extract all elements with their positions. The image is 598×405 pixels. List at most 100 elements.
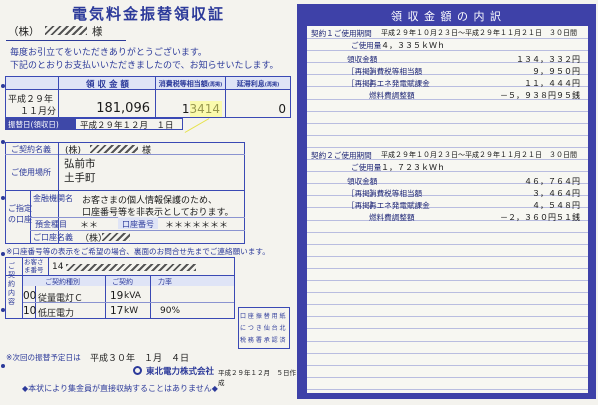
account-number-label: 口座番号 (122, 220, 154, 229)
greeting-line-1: 毎度お引立てをいただきありがとうございます。 (10, 48, 207, 58)
header-interest: 延滞利息(再掲) (226, 79, 290, 89)
receipt-left-page: 電気料金振替領収証 （株） 様 毎度お引立てをいただきありがとうございます。 下… (0, 0, 297, 405)
bottom-note: ◆本状により集金員が直接収納することはありません◆ (22, 384, 218, 393)
contract-row-1-type: 従量電灯Ｃ (38, 294, 84, 304)
usage-place-line-2: 土手町 (64, 172, 96, 184)
contract-row-1-amount: 19 (110, 290, 124, 302)
transfer-date-value: 平成２９年１２月 １日 (80, 121, 174, 131)
addressee-suffix: 様 (92, 26, 103, 38)
customer-number-redacted (66, 264, 196, 271)
c2-fuel-value: －２，３６０円５１銭 (500, 213, 580, 222)
contract-name-redacted (90, 145, 138, 153)
holder-redacted (102, 233, 130, 241)
c2-tax-value: ３，４６４円 (532, 189, 580, 198)
deposit-type-label: 預金種目 (35, 220, 67, 229)
company-name: 東北電力株式会社 (146, 367, 215, 377)
tax-approval-line-2: に つ き 仙 台 北 (240, 325, 286, 332)
c2-period-label: 契約２ご使用期間 (311, 151, 372, 160)
c1-fuel-label: 燃料費調整額 (369, 91, 415, 100)
ruled-line (307, 340, 588, 342)
header-tax-label: 消費税等相当額 (158, 80, 208, 88)
table-vline-1 (58, 76, 59, 118)
contract-row-1-unit: kVA (124, 291, 141, 301)
period-month: １１月分 (20, 107, 57, 117)
contract-header-pf: 力率 (158, 278, 172, 286)
next-date-label: ※次回の振替予定日は (6, 353, 81, 362)
c1-amount-value: １３４，３３２円 (516, 55, 580, 64)
issued-date: 平成２９年１２月 ５日作成 (218, 369, 296, 387)
contract-name-suffix: 様 (142, 146, 152, 156)
contract-vline-c (150, 276, 151, 319)
header-tax-small: (再掲) (207, 82, 223, 88)
contract-vline-b (105, 276, 106, 319)
c2-amount-value: ４６，７６４円 (524, 177, 580, 186)
customer-number-label: お客さま番号 (24, 258, 44, 274)
contract-header-type: ご契約種別 (45, 278, 80, 286)
c2-usage-value: １，７２３ｋＷｈ (381, 163, 445, 172)
c1-renew-label: 再エネ発電賦課金 (369, 79, 430, 88)
c2-usage-label: ご使用量 (351, 163, 382, 172)
ruled-line (307, 122, 588, 124)
contract-header-amount: ご契約 (112, 278, 133, 286)
header-tax: 消費税等相当額(再掲) (156, 79, 225, 89)
ruled-line (307, 328, 588, 330)
receipt-title: 電気料金振替領収証 (71, 5, 225, 23)
ruled-line (307, 280, 588, 281)
ruled-line (307, 304, 588, 306)
breakdown-title: 領 収 金 額 の 内 訳 (391, 10, 502, 23)
ruled-line (307, 231, 588, 233)
ruled-line (307, 255, 588, 257)
ruled-line (307, 110, 588, 112)
c1-period-label: 契約１ご使用期間 (311, 29, 372, 38)
ruled-line (307, 376, 588, 378)
ruled-line (307, 316, 588, 318)
greeting-line-2: 下記のとおりお支払いいただきましたので、お知らせいたします。 (10, 61, 279, 71)
transfer-date-label: 振替日(領収日) (8, 120, 59, 129)
c1-renew-value: １１，４４４円 (524, 79, 580, 88)
account-section-label: ご指定の口座 (8, 204, 32, 224)
ruled-line (307, 364, 588, 366)
c2-period-value: 平成２９年１０月２３日～平成２９年１１月２１日 ３０日間 (381, 151, 577, 159)
binding-dot (1, 140, 5, 144)
tax-highlight (190, 101, 222, 117)
ruled-line (307, 388, 588, 390)
ruled-line (307, 171, 588, 173)
addressee-redacted (45, 26, 87, 35)
binding-dot (1, 196, 5, 200)
breakdown-page: 領 収 金 額 の 内 訳 契約１ご使用期間 平成２９年１０月２３日～平成２９年… (297, 4, 596, 399)
c2-renew-label: 再エネ発電賦課金 (369, 201, 430, 210)
c1-period-value: 平成２９年１０月２３日～平成２９年１１月２１日 ３０日間 (381, 29, 577, 37)
c1-usage-value: ４，３３５ｋＷｈ (381, 41, 445, 50)
ruled-line (307, 352, 588, 354)
contract-hline-2 (5, 190, 245, 191)
highlight-marker (184, 118, 210, 133)
c1-usage-label: ご使用量 (351, 41, 382, 50)
contract-row-1-no: 00 (23, 290, 37, 302)
ruled-line (307, 146, 588, 148)
c2-fuel-label: 燃料費調整額 (369, 213, 415, 222)
usage-place-line-1: 弘前市 (64, 158, 96, 170)
bank-label: 金融機関名 (33, 194, 73, 203)
c2-renew-value: ４，５４８円 (532, 201, 580, 210)
addressee-prefix: （株） (8, 26, 40, 38)
contract-content-label: ご契約内容 (8, 262, 15, 306)
c2-amount-label: 領収金額 (347, 177, 378, 186)
addressee-underline (6, 40, 126, 41)
usage-place-label: ご使用場所 (11, 168, 51, 177)
header-interest-label: 延滞利息 (236, 80, 265, 88)
customer-vline-2 (48, 257, 49, 275)
ruled-line (307, 243, 588, 245)
c1-fuel-value: －５，９３８円９５銭 (500, 91, 580, 100)
customer-number-value: 14 (52, 262, 64, 272)
contract-row-2-type: 低圧電力 (38, 309, 75, 319)
c1-tax-label: 消費税等相当額 (369, 67, 423, 76)
header-interest-small: (再掲) (264, 82, 280, 88)
account-hline-2 (30, 230, 245, 231)
contract-row-2-pf: 90% (160, 306, 181, 316)
contract-name-label: ご契約名義 (11, 145, 51, 154)
amount-value: 181,096 (96, 101, 150, 116)
contract-row-2-amount: 17 (110, 305, 124, 317)
interest-value: 0 (278, 102, 286, 116)
binding-dot (1, 84, 5, 88)
contract-row-2-no: 10 (23, 305, 37, 317)
